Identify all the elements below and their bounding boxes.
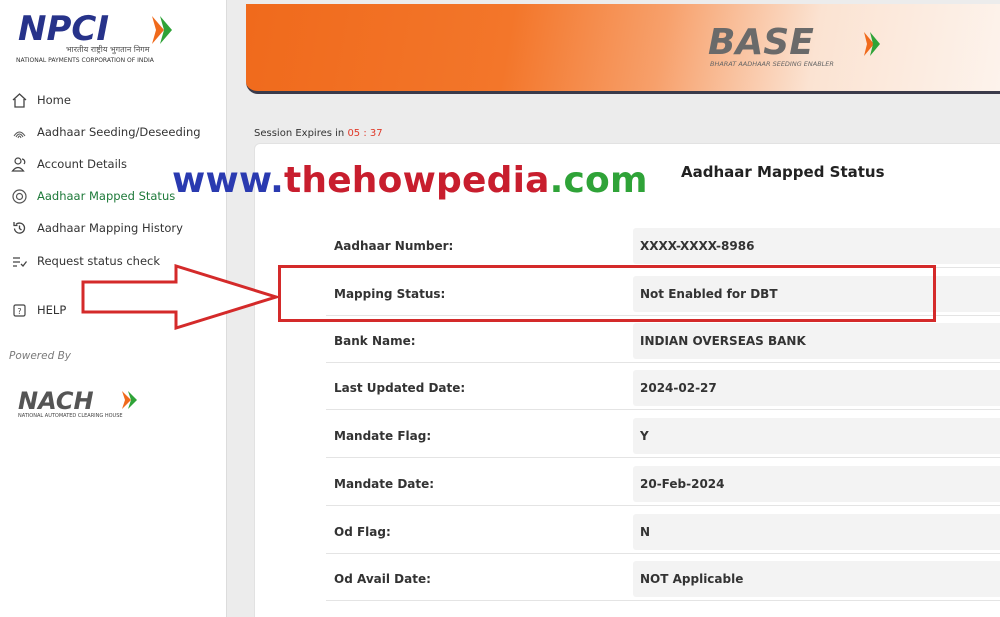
watermark-text: www.thehowpedia.com (172, 160, 648, 201)
row-label: Od Avail Date: (334, 572, 431, 586)
npci-hindi: भारतीय राष्ट्रीय भुगतान निगम (66, 44, 150, 55)
row-label: Mandate Flag: (334, 429, 432, 443)
row-label: Last Updated Date: (334, 381, 466, 395)
detail-row-bank-name: Bank Name: INDIAN OVERSEAS BANK (326, 319, 1000, 363)
row-label: Mandate Date: (334, 477, 435, 491)
row-value: Y (633, 418, 1000, 454)
detail-row-od-avail-date: Od Avail Date: NOT Applicable (326, 557, 1000, 601)
row-value: 2024-02-27 (633, 370, 1000, 406)
sidebar-item-label: Aadhaar Mapped Status (37, 189, 176, 203)
base-logo-text: BASE (708, 22, 814, 63)
row-value: 20-Feb-2024 (633, 466, 1000, 502)
help-icon: ? (10, 301, 28, 319)
detail-row-mandate-date: Mandate Date: 20-Feb-2024 (326, 462, 1000, 506)
sidebar-item-aadhaar-seeding[interactable]: Aadhaar Seeding/Deseeding (10, 120, 220, 144)
sidebar-item-label: Account Details (37, 157, 127, 171)
watermark-part-2: thehowpedia (283, 160, 550, 201)
powered-by-label: Powered By (9, 350, 72, 362)
session-expiry: Session Expires in 05 : 37 (254, 128, 383, 139)
history-icon (10, 219, 28, 237)
npci-subtitle: NATIONAL PAYMENTS CORPORATION OF INDIA (16, 57, 155, 64)
row-value: NOT Applicable (633, 561, 1000, 597)
sidebar-item-label: HELP (37, 303, 67, 317)
users-icon (10, 155, 28, 173)
watermark-part-1: www. (172, 160, 284, 201)
sidebar-item-label: Aadhaar Seeding/Deseeding (37, 125, 201, 139)
home-icon (10, 91, 28, 109)
svg-text:?: ? (17, 307, 21, 316)
sidebar-item-aadhaar-mapping-history[interactable]: Aadhaar Mapping History (10, 216, 220, 240)
sidebar-item-home[interactable]: Home (10, 88, 220, 112)
session-label: Session Expires in (254, 128, 345, 139)
npci-logo: NPCI भारतीय राष्ट्रीय भुगतान निगम NATION… (16, 9, 172, 64)
nach-logo: NACH NATIONAL AUTOMATED CLEARING HOUSE (18, 387, 137, 419)
nach-subtitle: NATIONAL AUTOMATED CLEARING HOUSE (18, 413, 123, 419)
detail-row-mandate-flag: Mandate Flag: Y (326, 414, 1000, 458)
detail-row-last-updated-date: Last Updated Date: 2024-02-27 (326, 366, 1000, 410)
detail-row-od-flag: Od Flag: N (326, 510, 1000, 554)
base-logo: BASE BHARAT AADHAAR SEEDING ENABLER (708, 22, 880, 68)
page-title: Aadhaar Mapped Status (681, 163, 885, 181)
target-icon (10, 187, 28, 205)
highlight-box (278, 265, 936, 322)
row-label: Aadhaar Number: (334, 239, 454, 253)
base-subtitle: BHARAT AADHAAR SEEDING ENABLER (710, 60, 834, 68)
sidebar-item-label: Home (37, 93, 71, 107)
checklist-icon (10, 252, 28, 270)
watermark-part-3: .com (549, 160, 648, 201)
session-timer: 05 : 37 (347, 128, 383, 139)
fingerprint-icon (10, 123, 28, 141)
row-label: Bank Name: (334, 334, 416, 348)
row-value: XXXX-XXXX-8986 (633, 228, 1000, 264)
detail-row-aadhaar-number: Aadhaar Number: XXXX-XXXX-8986 (326, 224, 1000, 268)
row-label: Od Flag: (334, 525, 391, 539)
row-value: INDIAN OVERSEAS BANK (633, 323, 1000, 359)
row-value: N (633, 514, 1000, 550)
nach-logo-text: NACH (18, 387, 94, 415)
arrow-right-icon (81, 264, 280, 330)
sidebar-item-label: Aadhaar Mapping History (37, 221, 183, 235)
npci-logo-text: NPCI (18, 9, 109, 49)
